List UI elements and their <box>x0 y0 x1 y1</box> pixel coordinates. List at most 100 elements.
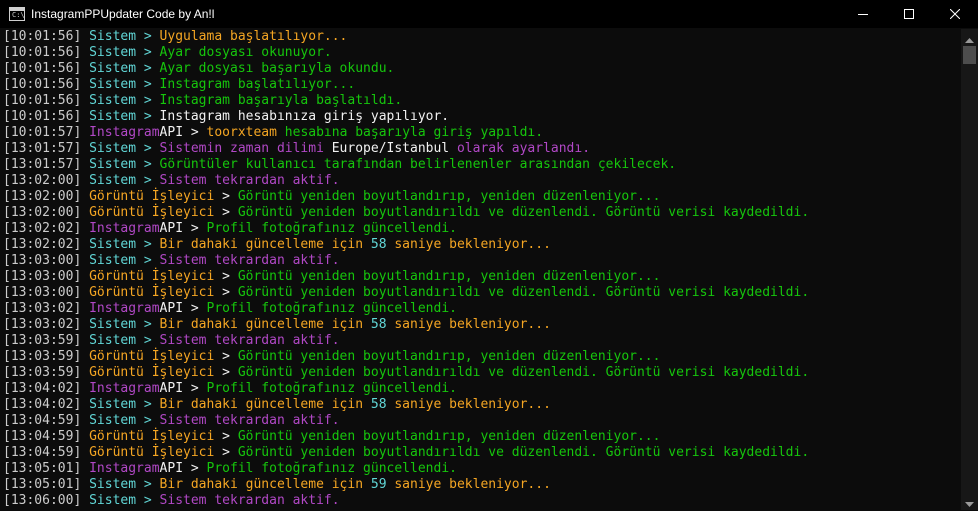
log-segment: 59 <box>370 477 387 492</box>
log-segment: > <box>214 205 238 220</box>
log-segment: Görüntü yeniden boyutlandırıldı ve düzen… <box>237 285 810 300</box>
log-segment: [13:03:59] <box>3 333 90 348</box>
log-segment: > <box>214 269 238 284</box>
log-segment: toorxteam <box>206 125 277 140</box>
log-segment: [13:03:59] <box>3 365 90 380</box>
log-segment: saniye bekleniyor... <box>386 237 551 252</box>
scroll-up-button[interactable] <box>961 29 978 46</box>
console-icon[interactable]: C:\ <box>9 7 25 21</box>
log-segment: Sistem > <box>89 109 160 124</box>
log-line: [13:05:01] InstagramAPI > Profil fotoğra… <box>0 461 960 477</box>
scroll-up-arrow-icon <box>965 28 974 47</box>
log-segment: Instagram hesabınıza giriş yapılıyor. <box>159 109 450 124</box>
log-segment: Bir dahaki güncelleme için <box>159 397 371 412</box>
log-segment: Görüntü İşleyici <box>89 269 215 284</box>
maximize-button[interactable] <box>886 0 932 28</box>
log-segment: > <box>214 189 238 204</box>
console-icon-text: C:\ <box>12 11 25 19</box>
log-segment: saniye bekleniyor... <box>386 397 551 412</box>
log-segment: Görüntü yeniden boyutlandırıp, yeniden d… <box>237 269 661 284</box>
log-segment: [13:01:57] <box>3 141 90 156</box>
console-output[interactable]: [10:01:56] Sistem > Uygulama başlatılıyo… <box>0 29 960 510</box>
title-bar[interactable]: C:\ InstagramPPUpdater Code by An!l <box>0 0 978 28</box>
log-segment: Sistem tekrardan aktif. <box>159 173 340 188</box>
log-segment: [13:05:01] <box>3 461 90 476</box>
log-segment: 58 <box>370 237 387 252</box>
log-segment: Görüntü İşleyici <box>89 189 215 204</box>
scroll-down-button[interactable] <box>961 493 978 510</box>
log-segment: Sistem > <box>89 45 160 60</box>
log-segment: Görüntü yeniden boyutlandırıldı ve düzen… <box>237 365 810 380</box>
log-segment: > <box>214 365 238 380</box>
log-line: [13:03:02] InstagramAPI > Profil fotoğra… <box>0 301 960 317</box>
log-line: [13:03:02] Sistem > Bir dahaki güncellem… <box>0 317 960 333</box>
log-line: [13:01:57] Sistem > Görüntüler kullanıcı… <box>0 157 960 173</box>
log-segment: 58 <box>370 317 387 332</box>
log-segment: saniye bekleniyor... <box>386 317 551 332</box>
log-segment: Instagram başlatılıyor... <box>159 77 356 92</box>
log-segment: > <box>214 429 238 444</box>
vertical-scrollbar[interactable] <box>961 29 978 510</box>
log-segment: [13:02:00] <box>3 205 90 220</box>
log-line: [13:03:59] Görüntü İşleyici > Görüntü ye… <box>0 365 960 381</box>
log-segment: [13:04:59] <box>3 413 90 428</box>
log-segment: [10:01:56] <box>3 77 90 92</box>
log-segment: Görüntü yeniden boyutlandırıldı ve düzen… <box>237 445 810 460</box>
scroll-down-arrow-icon <box>965 492 974 511</box>
log-segment: olarak ayarlandı. <box>449 141 591 156</box>
log-line: [13:04:02] InstagramAPI > Profil fotoğra… <box>0 381 960 397</box>
log-line: [13:03:00] Görüntü İşleyici > Görüntü ye… <box>0 269 960 285</box>
log-line: [13:01:57] Sistem > Sistemin zaman dilim… <box>0 141 960 157</box>
log-line: [10:01:56] Sistem > Uygulama başlatılıyo… <box>0 29 960 45</box>
log-segment: Sistem tekrardan aktif. <box>159 333 340 348</box>
log-segment: Görüntüler kullanıcı tarafından belirlen… <box>159 157 677 172</box>
log-segment: Profil fotoğrafınız güncellendi. <box>206 301 457 316</box>
log-segment: > <box>214 445 238 460</box>
log-segment: Profil fotoğrafınız güncellendi. <box>206 461 457 476</box>
log-line: [13:05:01] Sistem > Bir dahaki güncellem… <box>0 477 960 493</box>
log-segment: [13:04:02] <box>3 397 90 412</box>
log-line: [13:02:00] Görüntü İşleyici > Görüntü ye… <box>0 189 960 205</box>
log-segment: Sistem > <box>89 493 160 508</box>
log-segment: [13:05:01] <box>3 477 90 492</box>
log-segment: Sistem > <box>89 77 160 92</box>
log-segment: Ayar dosyası başarıyla okundu. <box>159 61 395 76</box>
log-segment: API > <box>159 461 207 476</box>
log-line: [10:01:56] Sistem > Ayar dosyası başarıy… <box>0 61 960 77</box>
log-line: [10:01:56] Sistem > Instagram başarıyla … <box>0 93 960 109</box>
log-segment: Sistem > <box>89 333 160 348</box>
scroll-thumb[interactable] <box>963 46 976 64</box>
log-segment: Sistem > <box>89 413 160 428</box>
log-line: [13:04:59] Sistem > Sistem tekrardan akt… <box>0 413 960 429</box>
log-segment: [13:03:00] <box>3 269 90 284</box>
log-line: [13:03:00] Sistem > Sistem tekrardan akt… <box>0 253 960 269</box>
minimize-button[interactable] <box>840 0 886 28</box>
log-segment: Sistem > <box>89 93 160 108</box>
log-segment: Instagram <box>89 125 160 140</box>
log-segment: [13:03:00] <box>3 285 90 300</box>
log-segment: Sistem tekrardan aktif. <box>159 493 340 508</box>
log-line: [13:02:02] InstagramAPI > Profil fotoğra… <box>0 221 960 237</box>
log-segment: Sistem > <box>89 477 160 492</box>
log-segment: Sistemin zaman dilimi <box>159 141 332 156</box>
log-segment: Instagram başarıyla başlatıldı. <box>159 93 403 108</box>
log-line: [13:04:59] Görüntü İşleyici > Görüntü ye… <box>0 429 960 445</box>
log-line: [13:04:02] Sistem > Bir dahaki güncellem… <box>0 397 960 413</box>
log-segment: Instagram <box>89 461 160 476</box>
log-segment: Görüntü yeniden boyutlandırıp, yeniden d… <box>237 349 661 364</box>
log-segment: Instagram <box>89 221 160 236</box>
log-segment: [10:01:57] <box>3 125 90 140</box>
log-segment: Profil fotoğrafınız güncellendi. <box>206 381 457 396</box>
log-segment: Ayar dosyası okunuyor. <box>159 45 332 60</box>
close-button[interactable] <box>932 0 978 28</box>
log-segment: [13:04:59] <box>3 429 90 444</box>
log-segment: Instagram <box>89 381 160 396</box>
log-segment: Sistem > <box>89 317 160 332</box>
log-line: [13:02:00] Sistem > Sistem tekrardan akt… <box>0 173 960 189</box>
log-segment: [13:01:57] <box>3 157 90 172</box>
log-segment: [13:02:02] <box>3 237 90 252</box>
log-line: [10:01:56] Sistem > Instagram hesabınıza… <box>0 109 960 125</box>
log-segment: [13:03:02] <box>3 317 90 332</box>
log-segment: API > <box>159 221 207 236</box>
log-line: [13:03:59] Görüntü İşleyici > Görüntü ye… <box>0 349 960 365</box>
